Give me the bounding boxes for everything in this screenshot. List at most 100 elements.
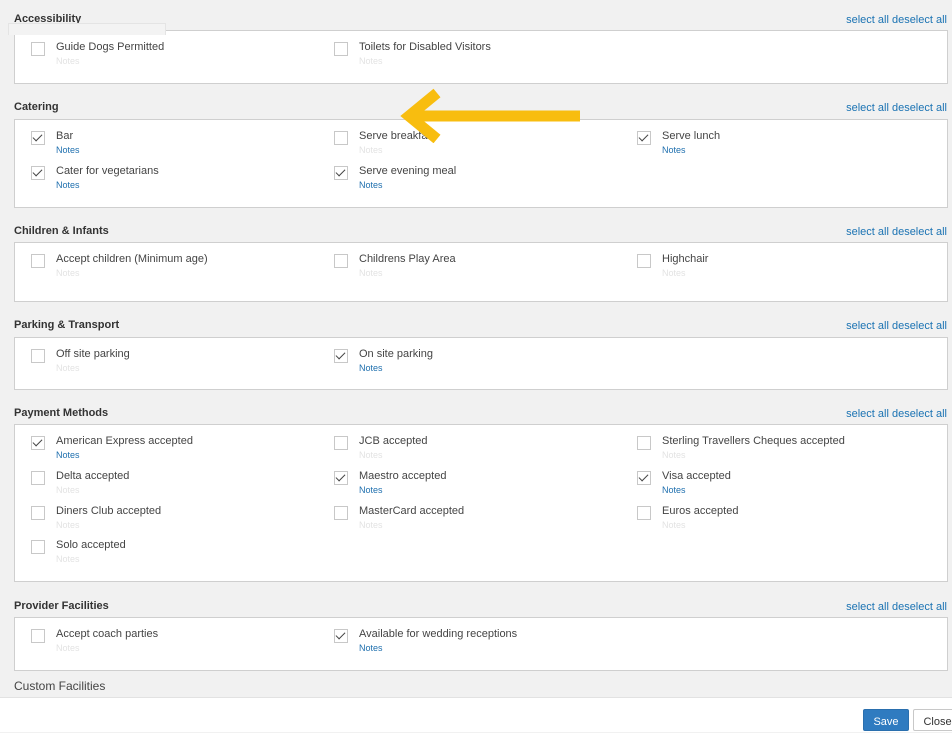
- facility-label: Cater for vegetarians: [56, 165, 159, 177]
- save-button[interactable]: Save: [863, 709, 909, 731]
- checkbox[interactable]: [334, 506, 348, 520]
- checkbox[interactable]: [637, 254, 651, 268]
- notes-link[interactable]: Notes: [359, 485, 383, 495]
- facility-option[interactable]: Cater for vegetarians Notes: [31, 164, 321, 194]
- checkbox[interactable]: [31, 349, 45, 363]
- notes-link: Notes: [56, 363, 80, 373]
- facility-label: Euros accepted: [662, 505, 739, 517]
- facility-label: Childrens Play Area: [359, 253, 456, 265]
- select-all-link[interactable]: select all: [846, 226, 889, 238]
- checkbox[interactable]: [31, 540, 45, 554]
- checkbox-checked[interactable]: [637, 471, 651, 485]
- notes-link: Notes: [56, 56, 80, 66]
- deselect-all-link[interactable]: deselect all: [892, 408, 947, 420]
- section-options-box: Accept children (Minimum age) Notes Childr…: [14, 242, 948, 302]
- facility-option[interactable]: Maestro accepted Notes: [334, 469, 624, 499]
- section-title: Catering: [14, 101, 59, 113]
- checkbox[interactable]: [637, 436, 651, 450]
- deselect-all-link[interactable]: deselect all: [892, 226, 947, 238]
- facility-label: Solo accepted: [56, 539, 126, 551]
- section-title: Parking & Transport: [14, 319, 120, 331]
- checkbox-checked[interactable]: [637, 131, 651, 145]
- facility-option[interactable]: MasterCard accepted Notes: [334, 504, 624, 534]
- checkbox-checked[interactable]: [334, 629, 348, 643]
- facility-option[interactable]: Childrens Play Area Notes: [334, 252, 624, 282]
- facility-label: MasterCard accepted: [359, 505, 465, 517]
- facility-label: Sterling Travellers Cheques accepted: [662, 435, 845, 447]
- notes-link: Notes: [56, 643, 80, 653]
- section-links: select all deselect all: [846, 320, 947, 332]
- select-all-link[interactable]: select all: [846, 102, 889, 114]
- section-header: Children & Infants select all deselect al…: [0, 220, 952, 244]
- checkbox[interactable]: [334, 436, 348, 450]
- select-all-link[interactable]: select all: [846, 14, 889, 26]
- facility-option[interactable]: Delta accepted Notes: [31, 469, 321, 499]
- facility-option[interactable]: Guide Dogs Permitted Notes: [31, 40, 321, 70]
- section-options-box: American Express accepted Notes JCB accept…: [14, 424, 948, 582]
- facility-label: Accept coach parties: [56, 628, 159, 640]
- facility-option[interactable]: Highchair Notes: [637, 252, 927, 282]
- facility-option[interactable]: JCB accepted Notes: [334, 434, 624, 464]
- notes-link[interactable]: Notes: [56, 180, 80, 190]
- checkbox-checked[interactable]: [334, 349, 348, 363]
- checkbox[interactable]: [31, 471, 45, 485]
- section-links: select all deselect all: [846, 102, 947, 114]
- facility-label: Toilets for Disabled Visitors: [359, 41, 491, 53]
- deselect-all-link[interactable]: deselect all: [892, 320, 947, 332]
- facility-option[interactable]: Euros accepted Notes: [637, 504, 927, 534]
- checkbox-checked[interactable]: [334, 471, 348, 485]
- checkbox-checked[interactable]: [334, 166, 348, 180]
- notes-link[interactable]: Notes: [359, 180, 383, 190]
- checkbox[interactable]: [31, 42, 45, 56]
- select-all-link[interactable]: select all: [846, 408, 889, 420]
- deselect-all-link[interactable]: deselect all: [892, 14, 947, 26]
- section-options-box: Guide Dogs Permitted Notes Toilets for Dis…: [14, 30, 948, 84]
- notes-link[interactable]: Notes: [56, 450, 80, 460]
- facility-label: JCB accepted: [359, 435, 428, 447]
- notes-link[interactable]: Notes: [359, 363, 383, 373]
- footer-field[interactable]: [8, 23, 166, 35]
- checkbox[interactable]: [334, 42, 348, 56]
- facility-option[interactable]: Bar Notes: [31, 129, 321, 159]
- deselect-all-link[interactable]: deselect all: [892, 102, 947, 114]
- facility-option[interactable]: Accept children (Minimum age) Notes: [31, 252, 321, 282]
- facility-option[interactable]: Diners Club accepted Notes: [31, 504, 321, 534]
- section-options-box: Off site parking Notes On site parking Note…: [14, 337, 948, 390]
- close-button[interactable]: Close: [913, 709, 952, 731]
- notes-link: Notes: [359, 450, 383, 460]
- facility-label: Highchair: [662, 253, 709, 265]
- facility-option[interactable]: Sterling Travellers Cheques accepted Note…: [637, 434, 927, 464]
- checkbox-checked[interactable]: [31, 166, 45, 180]
- notes-link[interactable]: Notes: [662, 145, 686, 155]
- section-header: Payment Methods select all deselect all: [0, 402, 952, 426]
- notes-link[interactable]: Notes: [359, 643, 383, 653]
- checkbox[interactable]: [637, 506, 651, 520]
- facility-option[interactable]: Serve lunch Notes: [637, 129, 927, 159]
- notes-link: Notes: [662, 450, 686, 460]
- facility-label: Serve lunch: [662, 130, 721, 142]
- facility-option[interactable]: Available for wedding receptions Notes: [334, 627, 624, 657]
- facility-option[interactable]: Visa accepted Notes: [637, 469, 927, 499]
- checkbox[interactable]: [31, 506, 45, 520]
- notes-link[interactable]: Notes: [56, 145, 80, 155]
- checkbox[interactable]: [334, 131, 348, 145]
- notes-link[interactable]: Notes: [662, 485, 686, 495]
- facility-option[interactable]: Solo accepted Notes: [31, 538, 321, 568]
- select-all-link[interactable]: select all: [846, 601, 889, 613]
- checkbox[interactable]: [334, 254, 348, 268]
- facility-option[interactable]: Accept coach parties Notes: [31, 627, 321, 657]
- facility-option[interactable]: Toilets for Disabled Visitors Notes: [334, 40, 624, 70]
- notes-link: Notes: [359, 268, 383, 278]
- checkbox-checked[interactable]: [31, 436, 45, 450]
- checkbox[interactable]: [31, 629, 45, 643]
- facility-label: American Express accepted: [56, 435, 193, 447]
- checkbox[interactable]: [31, 254, 45, 268]
- checkbox-checked[interactable]: [31, 131, 45, 145]
- facility-option[interactable]: American Express accepted Notes: [31, 434, 321, 464]
- notes-link: Notes: [359, 520, 383, 530]
- facility-option[interactable]: Serve evening meal Notes: [334, 164, 624, 194]
- facility-option[interactable]: Off site parking Notes: [31, 347, 321, 377]
- deselect-all-link[interactable]: deselect all: [892, 601, 947, 613]
- select-all-link[interactable]: select all: [846, 320, 889, 332]
- facility-option[interactable]: On site parking Notes: [334, 347, 624, 377]
